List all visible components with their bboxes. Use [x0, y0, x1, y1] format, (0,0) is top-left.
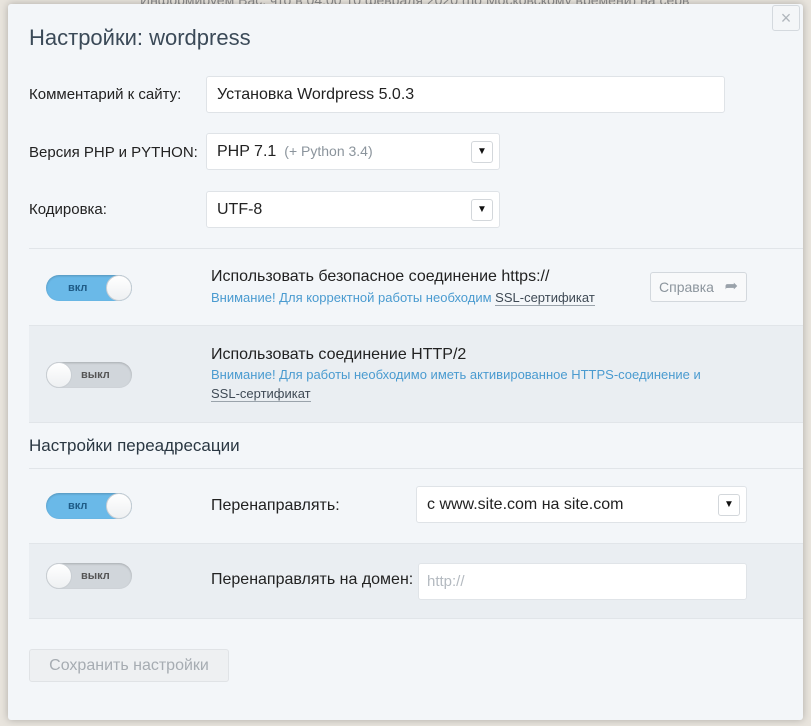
php-version-value: PHP 7.1 — [217, 143, 277, 160]
redirect-select[interactable]: с www.site.com на site.com ▼ — [416, 486, 747, 523]
php-version-select[interactable]: PHP 7.1 (+ Python 3.4) ▼ — [206, 133, 500, 170]
redirect-value: с www.site.com на site.com — [427, 496, 624, 513]
encoding-label: Кодировка: — [29, 201, 107, 218]
https-note-text: Внимание! Для корректной работы необходи… — [211, 290, 492, 305]
toggle-knob — [46, 362, 72, 388]
divider — [29, 325, 803, 326]
chevron-down-icon[interactable]: ▼ — [471, 141, 493, 163]
python-version-hint: (+ Python 3.4) — [284, 143, 373, 159]
ssl-certificate-link[interactable]: SSL-сертификат — [211, 386, 311, 402]
https-option-title: Использовать безопасное соединение https… — [211, 268, 550, 285]
divider — [29, 248, 803, 249]
http2-option-title: Использовать соединение HTTP/2 — [211, 346, 467, 363]
redirect-domain-toggle[interactable]: выкл — [46, 563, 132, 589]
comment-input[interactable] — [206, 76, 725, 113]
divider — [29, 422, 803, 423]
encoding-select[interactable]: UTF-8 ▼ — [206, 191, 500, 228]
save-settings-button[interactable]: Сохранить настройки — [29, 649, 229, 682]
redirect-settings-heading: Настройки переадресации — [29, 436, 240, 455]
php-version-label: Версия PHP и PYTHON: — [29, 144, 198, 161]
https-toggle[interactable]: вкл — [46, 275, 132, 301]
divider — [29, 468, 803, 469]
chevron-down-icon[interactable]: ▼ — [471, 199, 493, 221]
redirect-domain-input[interactable] — [418, 563, 747, 600]
ssl-certificate-link[interactable]: SSL-сертификат — [495, 290, 595, 306]
close-icon: × — [780, 8, 792, 28]
divider — [29, 543, 803, 544]
settings-modal: × Настройки: wordpress Комментарий к сай… — [8, 4, 803, 720]
redirect-toggle[interactable]: вкл — [46, 493, 132, 519]
toggle-knob — [46, 563, 72, 589]
divider — [29, 618, 803, 619]
http2-note-text: Внимание! Для работы необходимо иметь ак… — [211, 367, 701, 382]
toggle-state-label: вкл — [68, 282, 88, 294]
toggle-knob — [106, 275, 132, 301]
redirect-domain-label: Перенаправлять на домен: — [211, 571, 414, 588]
toggle-knob — [106, 493, 132, 519]
http2-option-note: Внимание! Для работы необходимо иметь ак… — [211, 365, 751, 403]
toggle-state-label: выкл — [81, 369, 110, 381]
http2-toggle[interactable]: выкл — [46, 362, 132, 388]
chevron-down-icon[interactable]: ▼ — [718, 494, 740, 516]
help-label: Справка — [659, 279, 714, 295]
share-arrow-icon: ➦ — [724, 278, 738, 295]
encoding-value: UTF-8 — [217, 201, 263, 218]
close-button[interactable]: × — [772, 5, 800, 31]
redirect-label: Перенаправлять: — [211, 497, 340, 514]
modal-title: Настройки: wordpress — [29, 25, 251, 50]
toggle-state-label: вкл — [68, 500, 88, 512]
toggle-state-label: выкл — [81, 570, 110, 582]
comment-label: Комментарий к сайту: — [29, 86, 182, 103]
https-option-note: Внимание! Для корректной работы необходи… — [211, 288, 595, 307]
help-button[interactable]: Справка ➦ — [650, 272, 747, 302]
